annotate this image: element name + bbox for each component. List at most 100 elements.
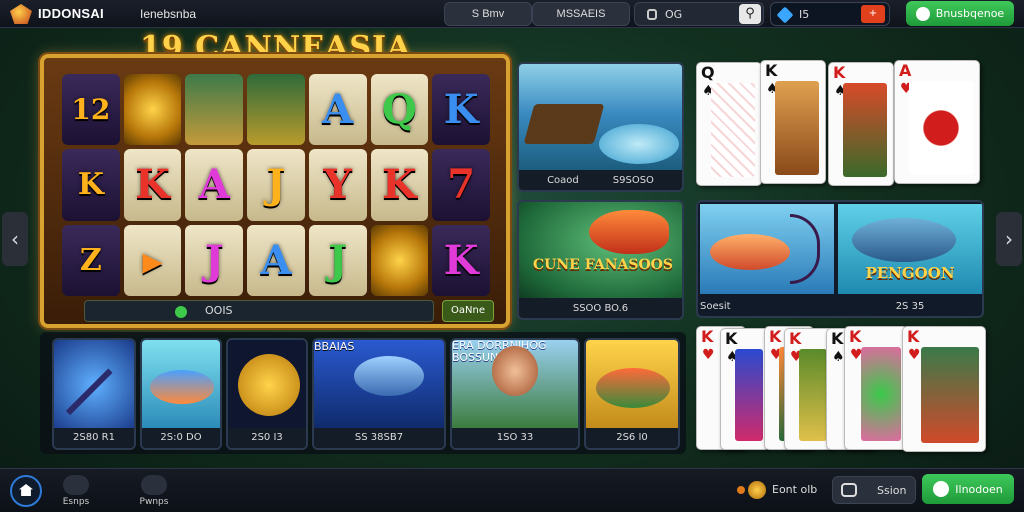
reel-symbol: 7: [432, 149, 490, 221]
wallet[interactable]: I5 +: [770, 2, 890, 26]
card-rank: K: [833, 63, 846, 82]
card-face: [921, 347, 979, 443]
reel-symbol: K: [62, 149, 120, 221]
reel-symbol: 12: [62, 74, 120, 146]
reel-symbol-a-icon: A: [308, 74, 367, 146]
card-rank: K: [769, 327, 782, 346]
nav-item-label: Esnps: [62, 497, 90, 507]
fish-icon: [596, 368, 670, 408]
fish-orange-art: [586, 340, 678, 430]
status-dot-icon: [175, 306, 187, 318]
nav-item-2[interactable]: Pwnps: [134, 475, 174, 507]
wallet-icon: [915, 6, 930, 21]
coin-icon: [238, 354, 300, 416]
scroll-left-arrow[interactable]: ‹: [2, 212, 28, 266]
reel-symbol: Z: [62, 224, 120, 296]
game-tile-fish-orange[interactable]: 2S6 I0: [584, 338, 680, 450]
heart-icon: ♥: [702, 347, 715, 363]
playing-card[interactable]: K ♠: [760, 60, 826, 184]
tile-caption: 2S0 I3: [228, 428, 306, 448]
home-button[interactable]: [10, 475, 42, 507]
red-fish-icon: [589, 210, 669, 254]
game-tile-cune-fanasoos[interactable]: CUNE FANASOOS SSOO BO.6: [517, 200, 684, 320]
fish-art: CUNE FANASOOS: [519, 202, 682, 300]
tile-caption-right: 2S 35: [895, 301, 925, 312]
tile-title: BBAIAS: [314, 340, 355, 353]
tile-caption: Coaod S9SOSO: [519, 170, 682, 190]
slot-play-button[interactable]: OaNne: [442, 300, 494, 322]
reel-symbol-coin2-icon: [370, 224, 429, 296]
add-funds-button[interactable]: +: [861, 5, 885, 23]
card-face: [909, 81, 973, 175]
game-tile-bbaias[interactable]: BBAIAS SS 38SB7: [312, 338, 446, 450]
coin-art: [228, 340, 306, 430]
playing-card[interactable]: A ♥: [894, 60, 980, 184]
card-rank: K: [725, 329, 738, 348]
slot-machine[interactable]: 12 A Q K K K A J Y K 7 Z ▸ J A J K OOIS …: [40, 54, 510, 328]
card-rank: Q: [701, 63, 715, 82]
playing-card[interactable]: K ♠: [720, 328, 770, 450]
brand-subtitle: Ienebsnba: [140, 7, 197, 21]
water-icon: [599, 124, 679, 164]
whatsapp-icon: [933, 481, 950, 497]
reel-symbol: A: [185, 149, 244, 221]
playing-card[interactable]: K ♥: [902, 326, 986, 452]
game-tile-coin[interactable]: 2S0 I3: [226, 338, 308, 450]
fish-icon: [710, 234, 790, 270]
logo-icon[interactable]: [10, 4, 32, 24]
playing-card[interactable]: K ♥: [844, 326, 908, 450]
tuna-icon: [852, 218, 956, 262]
tile-caption: 1SO 33: [452, 428, 578, 448]
card-rank: A: [899, 61, 912, 80]
playing-card[interactable]: K ♠: [828, 62, 894, 186]
card-rank: K: [831, 329, 844, 348]
login-button[interactable]: Ilnodoen: [922, 474, 1014, 504]
brand-name[interactable]: IDDONSAI: [38, 6, 104, 21]
reel-symbol-face-icon: [185, 74, 244, 146]
tile-title: CUNE FANASOOS: [533, 257, 673, 273]
nav-tab-1[interactable]: S Bmv: [444, 2, 532, 26]
fishing-art: [519, 64, 682, 174]
card-face: [861, 347, 901, 441]
reel-symbol: J: [247, 149, 305, 221]
reel-symbol: K: [432, 224, 490, 296]
search-icon[interactable]: ⚲: [739, 4, 761, 24]
card-face: [799, 349, 827, 441]
slot-status-text: OOIS: [205, 304, 233, 317]
deposit-button[interactable]: Bnusbqenoe: [906, 1, 1014, 26]
nav-tab-2[interactable]: MSSAEIS: [532, 2, 630, 26]
card-face: [843, 83, 887, 177]
scroll-right-arrow[interactable]: ›: [996, 212, 1022, 266]
device-icon: [647, 9, 657, 20]
chat-bubble-icon: [141, 475, 167, 495]
fish-art-right: PENGOON: [838, 204, 982, 294]
card-rank: K: [907, 327, 920, 346]
reel-symbol-coin-icon: [123, 74, 182, 146]
bluefish-art: [142, 340, 220, 430]
card-rank: K: [789, 329, 802, 348]
game-tile-fishing[interactable]: Coaod S9SOSO: [517, 62, 684, 192]
game-tile-rod[interactable]: 2S80 R1: [52, 338, 136, 450]
chat-button[interactable]: Ssion: [832, 476, 916, 504]
reel-symbol-fish-icon: [247, 74, 305, 146]
tile-caption-left: Soesit: [700, 301, 731, 312]
tile-caption: SSOO BO.6: [519, 298, 682, 318]
wallet-balance: I5: [799, 8, 810, 21]
tile-caption: 2S80 R1: [54, 428, 134, 448]
game-tile-fish-pair[interactable]: PENGOON Soesit 2S 35: [696, 200, 984, 318]
character-icon: [492, 346, 538, 396]
slot-reels: 12 A Q K K K A J Y K 7 Z ▸ J A J K: [62, 74, 490, 296]
top-bar: IDDONSAI Ienebsnba S Bmv MSSAEIS OG ⚲ I5…: [0, 0, 1024, 28]
coin-balance: Eont olb: [772, 483, 818, 496]
tile-label: Coaod: [547, 174, 579, 186]
card-face: [735, 349, 763, 441]
game-tile-bluefish[interactable]: 2S:0 DO: [140, 338, 222, 450]
tile-caption: 2S:0 DO: [142, 428, 220, 448]
fish-icon: [150, 370, 214, 404]
nav-item-1[interactable]: Esnps: [56, 475, 96, 507]
search-bar[interactable]: OG ⚲: [634, 2, 764, 26]
reel-symbol-a2-icon: A: [247, 224, 305, 296]
playing-card[interactable]: Q ♠: [696, 62, 762, 186]
login-label: Ilnodoen: [955, 482, 1003, 496]
game-tile-dorrnihog[interactable]: ERA DORRNIHOG BOSSUN 1SO 33: [450, 338, 580, 450]
